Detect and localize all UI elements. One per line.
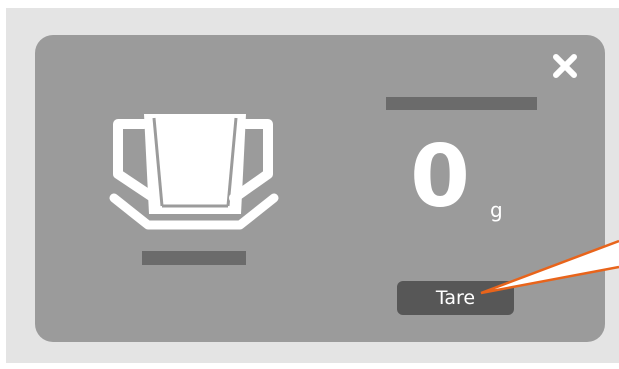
cup-label-placeholder bbox=[142, 251, 246, 265]
close-button[interactable] bbox=[552, 53, 578, 79]
weight-value: 0 bbox=[410, 127, 470, 227]
scale-dialog: 0 g Tare bbox=[35, 35, 605, 342]
close-icon bbox=[553, 54, 577, 78]
weight-unit: g bbox=[490, 198, 503, 222]
weight-label-placeholder bbox=[386, 97, 537, 110]
tare-button[interactable]: Tare bbox=[397, 281, 514, 315]
cup-on-saucer-icon bbox=[108, 110, 280, 235]
